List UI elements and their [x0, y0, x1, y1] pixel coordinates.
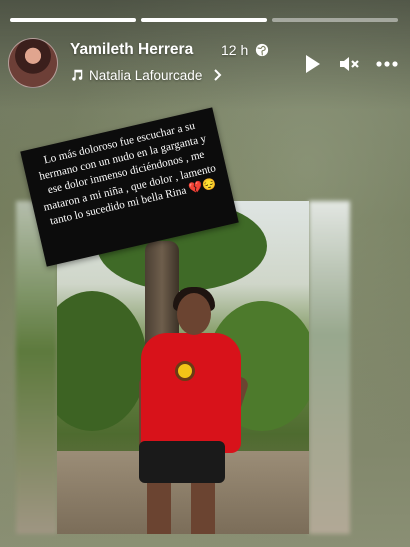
photo-blur-right [309, 201, 350, 534]
story-progress-bar [10, 18, 398, 23]
music-attribution[interactable]: Natalia Lafourcade [70, 65, 223, 85]
globe-icon [255, 43, 269, 57]
person-shirt [141, 333, 241, 453]
author-name[interactable]: Yamileth Herrera [70, 41, 193, 59]
chevron-right-icon [214, 69, 222, 81]
more-options-icon[interactable] [375, 52, 399, 76]
person-head [177, 293, 211, 335]
avatar[interactable] [8, 38, 58, 88]
play-icon[interactable] [300, 52, 324, 76]
progress-segment [272, 18, 398, 22]
foliage [57, 291, 147, 431]
progress-segment [141, 18, 267, 22]
volume-muted-icon[interactable] [337, 52, 361, 76]
story-header: Yamileth Herrera 12 h Natalia Lafourcade [8, 38, 402, 90]
progress-segment [10, 18, 136, 22]
sunflower-print [175, 361, 195, 381]
person-leg [191, 481, 215, 534]
timestamp: 12 h [221, 42, 249, 58]
music-note-icon [72, 69, 83, 81]
music-label: Natalia Lafourcade [89, 67, 203, 83]
person-shorts [139, 441, 225, 483]
person-leg [147, 481, 171, 534]
